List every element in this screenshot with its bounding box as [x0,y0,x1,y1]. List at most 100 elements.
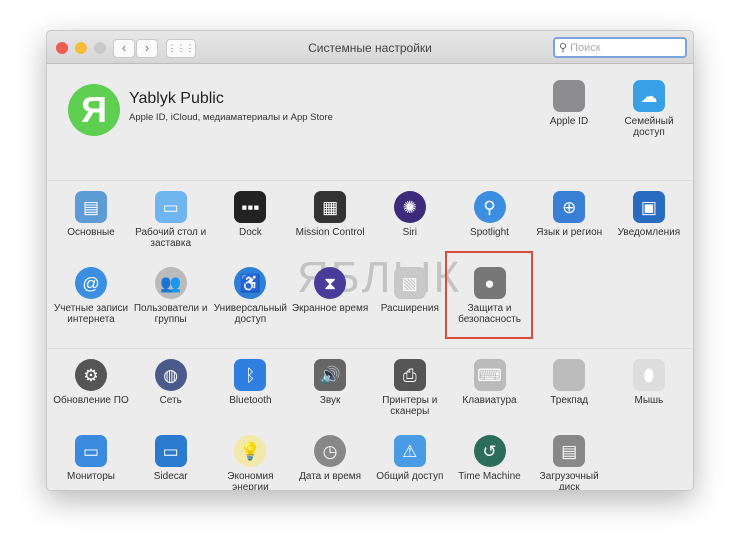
pref-energy-saver[interactable]: 💡 Экономия энергии [210,435,290,491]
pref-label: Apple ID [549,116,589,127]
bluetooth-icon: ᛒ [234,359,267,391]
pref-sharing[interactable]: ⚠ Общий доступ [370,435,450,482]
pref-label: Учетные записи интернета [53,303,129,325]
pref-label: Основные [67,227,115,238]
pref-label: Принтеры и сканеры [382,395,438,417]
pref-label: Универсальный доступ [213,303,288,325]
pref-desktop[interactable]: ▭ Рабочий стол и заставка [131,191,211,249]
pref-mouse[interactable]: ⬮ Мышь [609,359,689,406]
internet-accounts-icon: @ [75,267,107,299]
pref-trackpad[interactable]: Трекпад [529,359,609,406]
pref-screen-time[interactable]: ⧗ Экранное время [290,267,370,314]
pref-label: Трекпад [550,395,589,406]
trackpad-icon [553,359,586,391]
pref-sidecar[interactable]: ▭ Sidecar [131,435,211,482]
section-hardware: ⚙ Обновление ПО ◍ Сеть ᛒ Bluetooth 🔊 Звук ⎙ Принт… [47,349,693,491]
pref-users[interactable]: 👥 Пользователи и группы [131,267,211,325]
dock-icon: ▪▪▪ [234,191,267,223]
notifications-icon: ▣ [632,191,665,223]
network-icon: ◍ [154,359,187,391]
family-icon: ☁ [633,80,665,112]
pref-spotlight[interactable]: ⚲ Spotlight [450,191,530,238]
pref-mission-control[interactable]: ▦ Mission Control [290,191,370,238]
language-icon: ⊕ [553,191,586,223]
pref-keyboard[interactable]: ⌨ Клавиатура [450,359,530,406]
pref-label: Уведомления [617,227,681,238]
pref-label: Звук [319,395,341,406]
pref-software-update[interactable]: ⚙ Обновление ПО [51,359,131,406]
pref-security[interactable]: ● Защита и безопасность [450,267,530,325]
pref-network[interactable]: ◍ Сеть [131,359,211,406]
pref-displays[interactable]: ▭ Мониторы [51,435,131,482]
users-icon: 👥 [154,267,187,299]
user-subtitle: Apple ID, iCloud, медиаматериалы и App S… [129,112,333,123]
software-update-icon: ⚙ [75,359,107,391]
mouse-icon: ⬮ [632,359,665,391]
security-icon: ● [473,267,506,299]
pref-label: Экранное время [291,303,369,314]
pref-time-machine[interactable]: ↺ Time Machine [450,435,530,482]
pref-notifications[interactable]: ▣ Уведомления [609,191,689,238]
screen-time-icon: ⧗ [314,267,347,299]
search-icon: ⚲ [559,42,568,54]
pref-apple[interactable]: Apple ID [529,80,609,127]
pref-dock[interactable]: ▪▪▪ Dock [210,191,290,238]
pref-label: Общий доступ [376,471,444,482]
displays-icon: ▭ [75,435,107,467]
time-machine-icon: ↺ [473,435,506,467]
pref-label: Siri [402,227,418,238]
energy-saver-icon: 💡 [234,435,267,467]
titlebar: ‹ › ⋮⋮⋮ Системные настройки ⚲ Поиск [47,31,693,64]
pref-bluetooth[interactable]: ᛒ Bluetooth [210,359,290,406]
pref-extensions[interactable]: ▧ Расширения [370,267,450,314]
pref-label: Time Machine [458,471,521,482]
pref-label: Загрузочный диск [539,471,599,491]
mission-control-icon: ▦ [314,191,347,223]
search-placeholder: Поиск [570,42,601,54]
accessibility-icon: ♿ [234,267,267,299]
pref-label: Мышь [634,395,664,406]
pref-family[interactable]: ☁ Семейный доступ [609,80,689,138]
pref-siri[interactable]: ✺ Siri [370,191,450,238]
pref-label: Клавиатура [462,395,517,406]
pref-label: Язык и регион [536,227,603,238]
pref-label: Мониторы [67,471,115,482]
pref-label: Рабочий стол и заставка [135,227,207,249]
pref-label: Дата и время [299,471,362,482]
section-personal: ЯБЛЫК ▤ Основные ▭ Рабочий стол и заставка ▪… [47,181,693,349]
pref-label: Сеть [159,395,182,406]
pref-label: Mission Control [295,227,365,238]
pref-label: Расширения [380,303,439,314]
pref-label: Sidecar [153,471,188,482]
pref-label: Spotlight [470,227,509,238]
pref-label: Семейный доступ [624,116,674,138]
pref-accessibility[interactable]: ♿ Универсальный доступ [210,267,290,325]
sharing-icon: ⚠ [393,435,426,467]
pref-sound[interactable]: 🔊 Звук [290,359,370,406]
extensions-icon: ▧ [393,267,426,299]
spotlight-icon: ⚲ [473,191,506,223]
sound-icon: 🔊 [314,359,347,391]
pref-startup-disk[interactable]: ▤ Загрузочный диск [529,435,609,491]
keyboard-icon: ⌨ [473,359,506,391]
pref-date-time[interactable]: ◷ Дата и время [290,435,370,482]
desktop-icon: ▭ [154,191,187,223]
avatar[interactable]: Я [68,84,120,136]
pref-label: Обновление ПО [53,395,129,406]
date-time-icon: ◷ [314,435,347,467]
pref-label: Dock [238,227,262,238]
general-icon: ▤ [75,191,107,223]
apple-icon [553,80,585,112]
pref-label: Bluetooth [229,395,272,406]
system-preferences-window: ‹ › ⋮⋮⋮ Системные настройки ⚲ Поиск Я Ya… [46,30,694,491]
search-input[interactable]: ⚲ Поиск [553,37,687,58]
pref-language[interactable]: ⊕ Язык и регион [529,191,609,238]
pref-printers[interactable]: ⎙ Принтеры и сканеры [370,359,450,417]
printers-icon: ⎙ [393,359,426,391]
user-section: Я Yablyk Public Apple ID, iCloud, медиам… [47,64,693,181]
pref-internet-accounts[interactable]: @ Учетные записи интернета [51,267,131,325]
sidecar-icon: ▭ [154,435,187,467]
user-name: Yablyk Public [129,90,224,107]
pref-label: Экономия энергии [227,471,274,491]
pref-general[interactable]: ▤ Основные [51,191,131,238]
